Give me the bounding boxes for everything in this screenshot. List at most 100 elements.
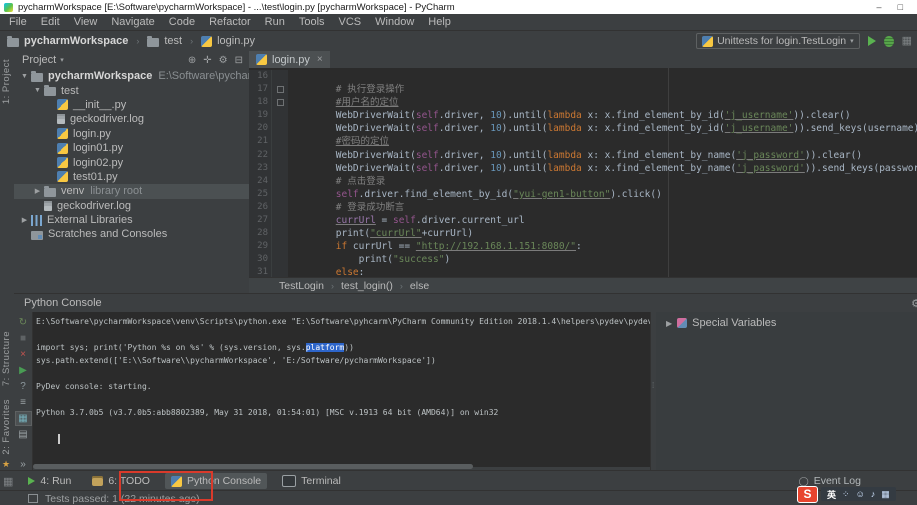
tree-toggle-icon[interactable]: ▼: [18, 73, 31, 80]
history-icon[interactable]: ≡: [16, 396, 31, 409]
breadcrumb-item-pycharmworkspace[interactable]: pycharmWorkspace: [7, 35, 128, 47]
code-line-21[interactable]: 21 #密码的定位: [249, 135, 917, 149]
tree-toggle-icon[interactable]: ▶: [18, 216, 31, 224]
python-icon: [57, 171, 68, 183]
debug-button[interactable]: [883, 35, 894, 47]
console-output[interactable]: E:\Software\pycharmWorkspace\venv\Script…: [33, 312, 653, 467]
menu-file[interactable]: File: [2, 16, 34, 28]
tree-item-label: venv: [61, 185, 85, 198]
fold-marker-icon[interactable]: [276, 86, 284, 94]
editor-breadcrumb-test-login[interactable]: test_login(): [341, 280, 393, 292]
pycharm-logo-icon: [4, 2, 13, 12]
menu-refactor[interactable]: Refactor: [202, 16, 258, 28]
code-area[interactable]: 16 17 # 执行登录操作 18 #用户名的定位 19 WebDriverWait(…: [249, 68, 917, 280]
python-console-header: Python Console ⚙: [14, 293, 917, 313]
tree-item-external-libraries[interactable]: ▶ External Libraries: [14, 213, 249, 227]
locate-icon[interactable]: ⊕: [188, 55, 196, 66]
scrollbar-thumb[interactable]: [33, 464, 473, 469]
tree-item-geckodriver-log[interactable]: geckodriver.log: [14, 112, 249, 126]
menu-window[interactable]: Window: [368, 16, 421, 28]
coverage-button[interactable]: ▦: [902, 35, 912, 47]
close-console-icon[interactable]: ×: [16, 348, 31, 361]
tree-item-pycharmworkspace[interactable]: ▼ pycharmWorkspace E:\Software\pycharmWork…: [14, 69, 249, 83]
breadcrumb-item-login-py[interactable]: login.py: [201, 35, 255, 47]
menu-help[interactable]: Help: [421, 16, 458, 28]
menu-edit[interactable]: Edit: [34, 16, 67, 28]
tree-toggle-icon[interactable]: ▶: [31, 187, 44, 195]
tool-button-terminal[interactable]: Terminal: [276, 473, 347, 489]
tree-item-geckodriver-log[interactable]: geckodriver.log: [14, 199, 249, 213]
close-icon[interactable]: ×: [317, 54, 323, 65]
ime-icon[interactable]: ⁘: [842, 489, 850, 500]
tool-button-6-todo[interactable]: 6: TODO: [86, 473, 156, 489]
breadcrumb-item-test[interactable]: test: [147, 35, 182, 47]
run-button[interactable]: [867, 36, 876, 46]
settings-gear-icon[interactable]: ⚙: [219, 55, 228, 66]
tree-item-init-py[interactable]: __init__.py: [14, 98, 249, 112]
code-line-17[interactable]: 17 # 执行登录操作: [249, 83, 917, 97]
tool-button-structure[interactable]: 7: Structure: [1, 331, 12, 386]
tree-item-login01-py[interactable]: login01.py: [14, 141, 249, 155]
menu-run[interactable]: Run: [258, 16, 292, 28]
tool-window-switcher-icon[interactable]: ▦: [3, 475, 13, 488]
tree-item-scratches-and-consoles[interactable]: Scratches and Consoles: [14, 227, 249, 241]
special-variables-header[interactable]: ▶ Special Variables: [656, 312, 917, 329]
code-line-20[interactable]: 20 WebDriverWait(self.driver, 10).until(…: [249, 122, 917, 136]
tool-button-4-run[interactable]: 4: Run: [22, 473, 77, 489]
help-icon[interactable]: ?: [16, 380, 31, 393]
show-variables-icon[interactable]: ▦: [14, 411, 32, 426]
editor-breadcrumb-else[interactable]: else: [410, 280, 429, 292]
code-line-24[interactable]: 24 # 点击登录: [249, 174, 917, 188]
menu-tools[interactable]: Tools: [292, 16, 332, 28]
project-panel-title[interactable]: Project: [22, 54, 56, 66]
code-line-22[interactable]: 22 WebDriverWait(self.driver, 10).until(…: [249, 148, 917, 162]
execute-icon[interactable]: ▶: [16, 364, 31, 377]
minimize-button[interactable]: –: [877, 2, 882, 12]
menu-code[interactable]: Code: [162, 16, 202, 28]
menu-bar: File Edit View Navigate Code Refactor Run Tools…: [0, 14, 917, 31]
favorites-star-icon[interactable]: ★: [2, 459, 10, 470]
code-line-25[interactable]: 25 self.driver.find_element_by_id("yui-g…: [249, 187, 917, 201]
tree-item-venv[interactable]: ▶ venv library root: [14, 184, 249, 199]
tool-button-favorites[interactable]: 2: Favorites: [1, 399, 12, 455]
code-line-30[interactable]: 30 print("success"): [249, 253, 917, 267]
tree-item-test01-py[interactable]: test01.py: [14, 170, 249, 184]
ime-icon[interactable]: ♪: [871, 489, 876, 500]
code-line-28[interactable]: 28 print("currUrl"+currUrl): [249, 227, 917, 241]
code-line-23[interactable]: 23 WebDriverWait(self.driver, 10).until(…: [249, 161, 917, 175]
ime-logo-icon[interactable]: S: [797, 486, 818, 503]
rerun-console-icon[interactable]: ↻: [16, 316, 31, 329]
code-line-29[interactable]: 29 if currUrl == "http://192.168.1.151:8…: [249, 240, 917, 254]
editor-breadcrumb-testlogin[interactable]: TestLogin: [279, 280, 324, 292]
tree-item-login-py[interactable]: login.py: [14, 127, 249, 141]
line-number: 29: [249, 240, 272, 254]
ime-icon[interactable]: ▦: [881, 489, 890, 500]
ime-language-toggle[interactable]: 英: [827, 488, 836, 501]
code-line-19[interactable]: 19 WebDriverWait(self.driver, 10).until(…: [249, 109, 917, 123]
tool-button-python-console[interactable]: Python Console: [164, 473, 268, 489]
tool-button-project[interactable]: 1: Project: [1, 59, 12, 104]
editor-tab-login-py[interactable]: login.py ×: [249, 51, 330, 68]
menu-vcs[interactable]: VCS: [332, 16, 369, 28]
console-settings-gear-icon[interactable]: ⚙: [911, 297, 917, 310]
tree-item-login02-py[interactable]: login02.py: [14, 155, 249, 169]
python-icon: [170, 475, 182, 487]
scroll-to-end-icon[interactable]: ▤: [16, 428, 31, 441]
collapse-all-icon[interactable]: ✛: [203, 55, 211, 66]
code-line-16[interactable]: 16: [249, 70, 917, 84]
run-configuration-select[interactable]: Unittests for login.TestLogin ▾: [696, 33, 860, 49]
stop-icon[interactable]: ■: [16, 332, 31, 345]
code-line-26[interactable]: 26 # 登录成功断言: [249, 200, 917, 215]
code-text: # 点击登录: [290, 175, 386, 187]
maximize-button[interactable]: □: [898, 2, 903, 12]
fold-marker-icon[interactable]: [276, 99, 284, 107]
code-line-27[interactable]: 27 currUrl = self.driver.current_url: [249, 214, 917, 228]
project-panel: Project ▾ ⊕ ✛ ⚙ ⊟ ▼ pycharmWorkspace E:\Softw…: [14, 51, 250, 293]
menu-view[interactable]: View: [67, 16, 105, 28]
tree-item-test[interactable]: ▼ test: [14, 83, 249, 97]
menu-navigate[interactable]: Navigate: [104, 16, 161, 28]
ime-icon[interactable]: ☺: [856, 489, 865, 500]
hide-panel-icon[interactable]: ⊟: [235, 55, 243, 66]
code-line-18[interactable]: 18 #用户名的定位: [249, 96, 917, 110]
tree-toggle-icon[interactable]: ▼: [31, 87, 44, 94]
